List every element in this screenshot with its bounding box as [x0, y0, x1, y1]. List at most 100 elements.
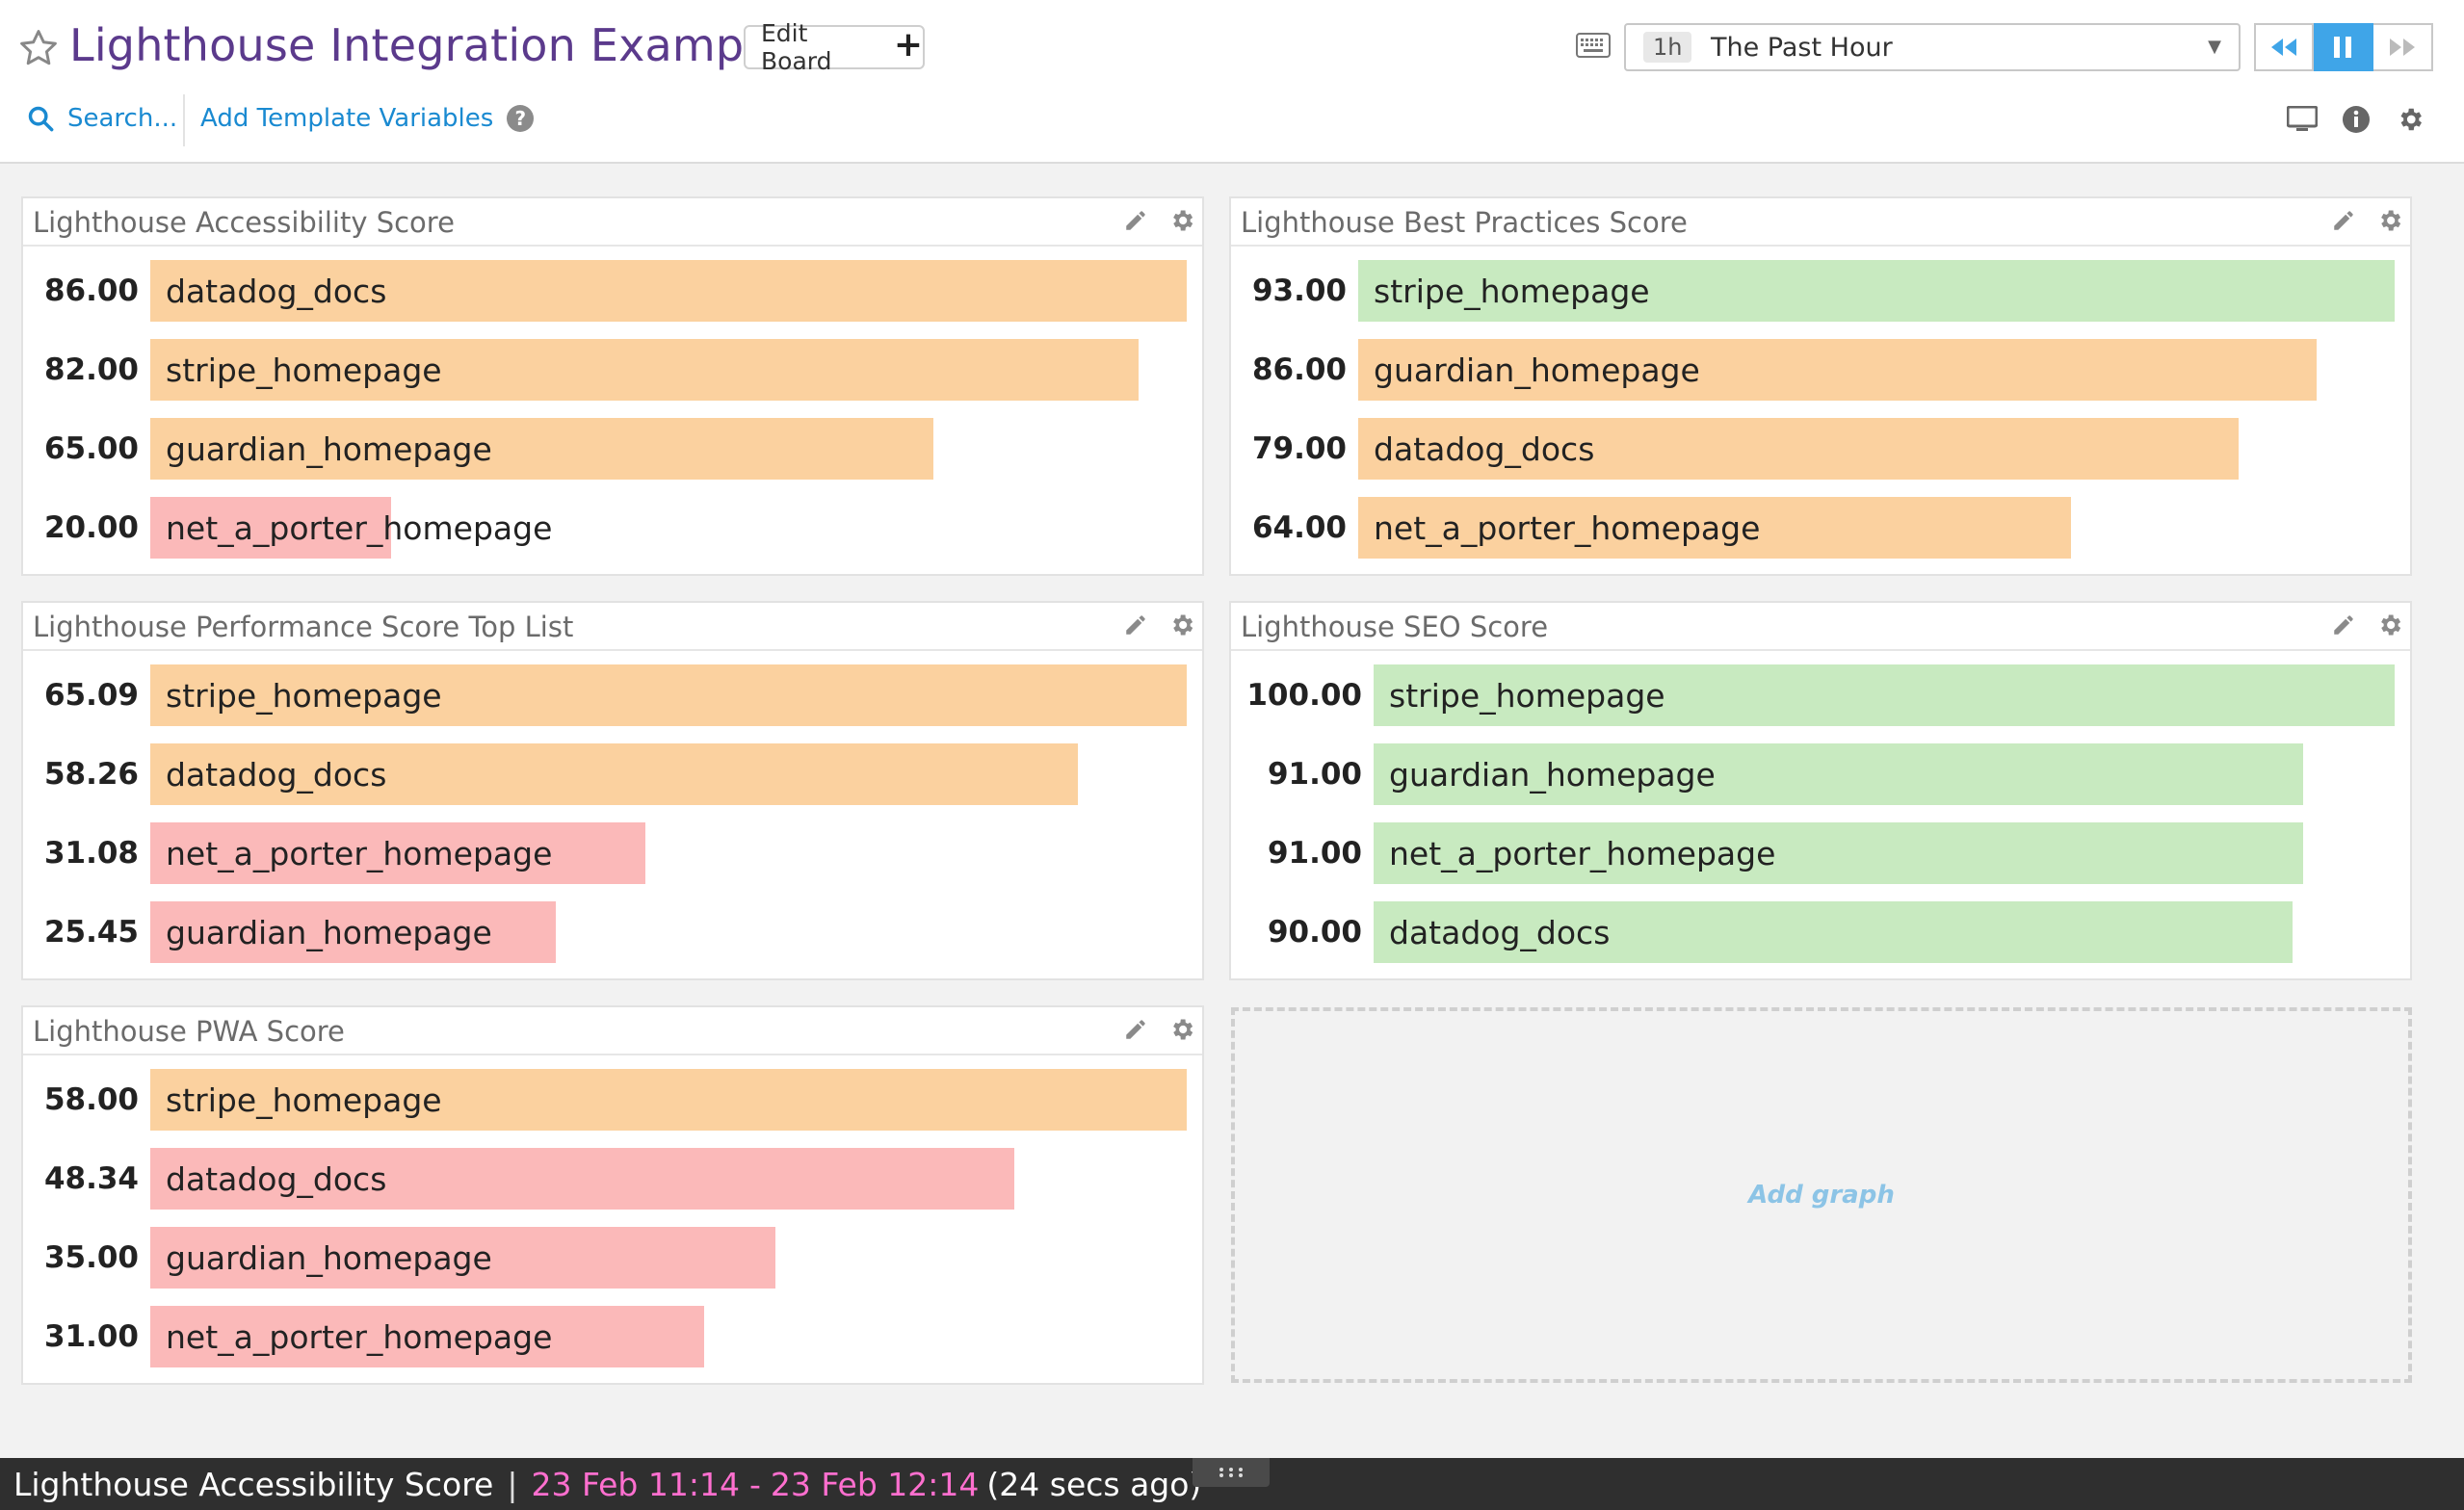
add-template-variables-link[interactable]: Add Template Variables ?	[200, 104, 535, 133]
row-value: 79.00	[1251, 431, 1347, 466]
row-value: 86.00	[1251, 352, 1347, 387]
gear-icon[interactable]	[1167, 1015, 1196, 1044]
toplist-row[interactable]: 91.00 guardian_homepage	[1231, 743, 2410, 805]
gear-icon[interactable]	[2375, 206, 2404, 235]
row-label: datadog_docs	[166, 755, 387, 794]
search-link[interactable]: Search...	[27, 104, 177, 133]
row-label: net_a_porter_homepage	[166, 834, 553, 872]
pencil-icon[interactable]	[1121, 611, 1150, 639]
toplist-row[interactable]: 20.00 net_a_porter_homepage	[23, 497, 1202, 559]
gear-icon[interactable]	[2375, 611, 2404, 639]
gear-icon[interactable]	[1167, 206, 1196, 235]
pause-icon	[2334, 37, 2351, 58]
toplist-row[interactable]: 48.34 datadog_docs	[23, 1148, 1202, 1210]
toplist-row[interactable]: 100.00 stripe_homepage	[1231, 664, 2410, 726]
status-range-end: 23 Feb 12:14	[770, 1465, 980, 1503]
toplist-row[interactable]: 31.00 net_a_porter_homepage	[23, 1306, 1202, 1367]
row-label: guardian_homepage	[166, 1238, 492, 1277]
toplist-row[interactable]: 65.09 stripe_homepage	[23, 664, 1202, 726]
widget-title: Lighthouse Accessibility Score	[33, 206, 455, 239]
pencil-icon[interactable]	[1121, 206, 1150, 235]
row-value: 20.00	[43, 510, 139, 545]
help-icon[interactable]: ?	[507, 105, 535, 132]
row-value: 91.00	[1267, 836, 1362, 871]
widget-seo-score[interactable]: Lighthouse SEO Score 100.00 stripe_homepag…	[1229, 601, 2412, 980]
row-label: datadog_docs	[1389, 913, 1611, 951]
toplist-row[interactable]: 35.00 guardian_homepage	[23, 1227, 1202, 1289]
row-value: 86.00	[43, 273, 139, 308]
gear-icon[interactable]	[2395, 104, 2425, 135]
row-label: datadog_docs	[166, 272, 387, 310]
grip-icon	[1219, 1468, 1243, 1477]
widget-pwa-score[interactable]: Lighthouse PWA Score 58.00 stripe_homepage…	[21, 1005, 1204, 1385]
toplist-row[interactable]: 90.00 datadog_docs	[1231, 901, 2410, 963]
row-label: stripe_homepage	[1389, 676, 1665, 715]
header-icons	[2287, 104, 2425, 135]
pause-button[interactable]	[2314, 23, 2373, 71]
row-value: 90.00	[1267, 915, 1362, 950]
widget-tools	[1121, 1015, 1196, 1044]
widget-accessibility-score[interactable]: Lighthouse Accessibility Score 86.00 datad…	[21, 196, 1204, 576]
widget-best-practices-score[interactable]: Lighthouse Best Practices Score 93.00 stri…	[1229, 196, 2412, 576]
dashboard-title: Lighthouse Integration Example	[69, 19, 784, 71]
toplist-row[interactable]: 31.08 net_a_porter_homepage	[23, 822, 1202, 884]
row-label: guardian_homepage	[1389, 755, 1716, 794]
status-widget-name: Lighthouse Accessibility Score	[13, 1465, 494, 1503]
keyboard-icon[interactable]	[1576, 33, 1611, 58]
row-value: 93.00	[1251, 273, 1347, 308]
info-icon[interactable]	[2341, 104, 2372, 135]
toplist-row[interactable]: 64.00 net_a_porter_homepage	[1231, 497, 2410, 559]
search-icon	[28, 106, 54, 132]
toplist-row[interactable]: 58.00 stripe_homepage	[23, 1069, 1202, 1131]
row-value: 65.00	[43, 431, 139, 466]
gear-icon[interactable]	[1167, 611, 1196, 639]
widget-tools	[1121, 611, 1196, 639]
fast-forward-button[interactable]	[2373, 23, 2433, 71]
template-variables-label: Add Template Variables	[200, 104, 494, 133]
row-value: 31.00	[43, 1319, 139, 1354]
row-label: datadog_docs	[1374, 430, 1595, 468]
pencil-icon[interactable]	[2329, 206, 2358, 235]
drag-handle[interactable]	[1193, 1458, 1270, 1487]
widget-header: Lighthouse Performance Score Top List	[23, 603, 1202, 651]
pencil-icon[interactable]	[1121, 1015, 1150, 1044]
star-icon[interactable]	[17, 27, 60, 69]
row-label: datadog_docs	[166, 1159, 387, 1198]
widget-header: Lighthouse Accessibility Score	[23, 198, 1202, 247]
widget-header: Lighthouse Best Practices Score	[1231, 198, 2410, 247]
time-range-select[interactable]: 1h The Past Hour ▼	[1624, 23, 2241, 71]
row-label: guardian_homepage	[166, 430, 492, 468]
row-value: 35.00	[43, 1240, 139, 1275]
edit-board-button[interactable]: Edit Board +	[744, 19, 925, 75]
playback-controls	[2254, 23, 2433, 71]
row-label: guardian_homepage	[1374, 351, 1700, 389]
fast-forward-icon	[2390, 39, 2415, 56]
divider	[183, 94, 185, 146]
row-label: net_a_porter_homepage	[1389, 834, 1776, 872]
toplist-row[interactable]: 65.00 guardian_homepage	[23, 418, 1202, 480]
toplist-row[interactable]: 86.00 datadog_docs	[23, 260, 1202, 322]
status-separator: |	[507, 1465, 518, 1503]
widget-tools	[2329, 611, 2404, 639]
search-label: Search...	[67, 104, 178, 133]
toplist-row[interactable]: 86.00 guardian_homepage	[1231, 339, 2410, 401]
tv-mode-icon[interactable]	[2287, 104, 2318, 135]
row-label: net_a_porter_homepage	[166, 508, 553, 547]
row-value: 91.00	[1267, 757, 1362, 792]
toplist-row[interactable]: 91.00 net_a_porter_homepage	[1231, 822, 2410, 884]
toplist-row[interactable]: 79.00 datadog_docs	[1231, 418, 2410, 480]
row-value: 58.26	[43, 757, 139, 792]
status-relative-time: (24 secs ago)	[986, 1465, 1202, 1503]
status-range-dash: -	[748, 1465, 761, 1503]
widget-performance-score[interactable]: Lighthouse Performance Score Top List 65.…	[21, 601, 1204, 980]
toplist-row[interactable]: 93.00 stripe_homepage	[1231, 260, 2410, 322]
toplist-row[interactable]: 82.00 stripe_homepage	[23, 339, 1202, 401]
row-label: stripe_homepage	[166, 1080, 442, 1119]
toplist-row[interactable]: 25.45 guardian_homepage	[23, 901, 1202, 963]
pencil-icon[interactable]	[2329, 611, 2358, 639]
widget-tools	[2329, 206, 2404, 235]
add-graph-placeholder[interactable]: Add graph	[1231, 1007, 2412, 1383]
toplist-row[interactable]: 58.26 datadog_docs	[23, 743, 1202, 805]
edit-board-label: Edit Board	[761, 19, 832, 75]
rewind-button[interactable]	[2254, 23, 2314, 71]
